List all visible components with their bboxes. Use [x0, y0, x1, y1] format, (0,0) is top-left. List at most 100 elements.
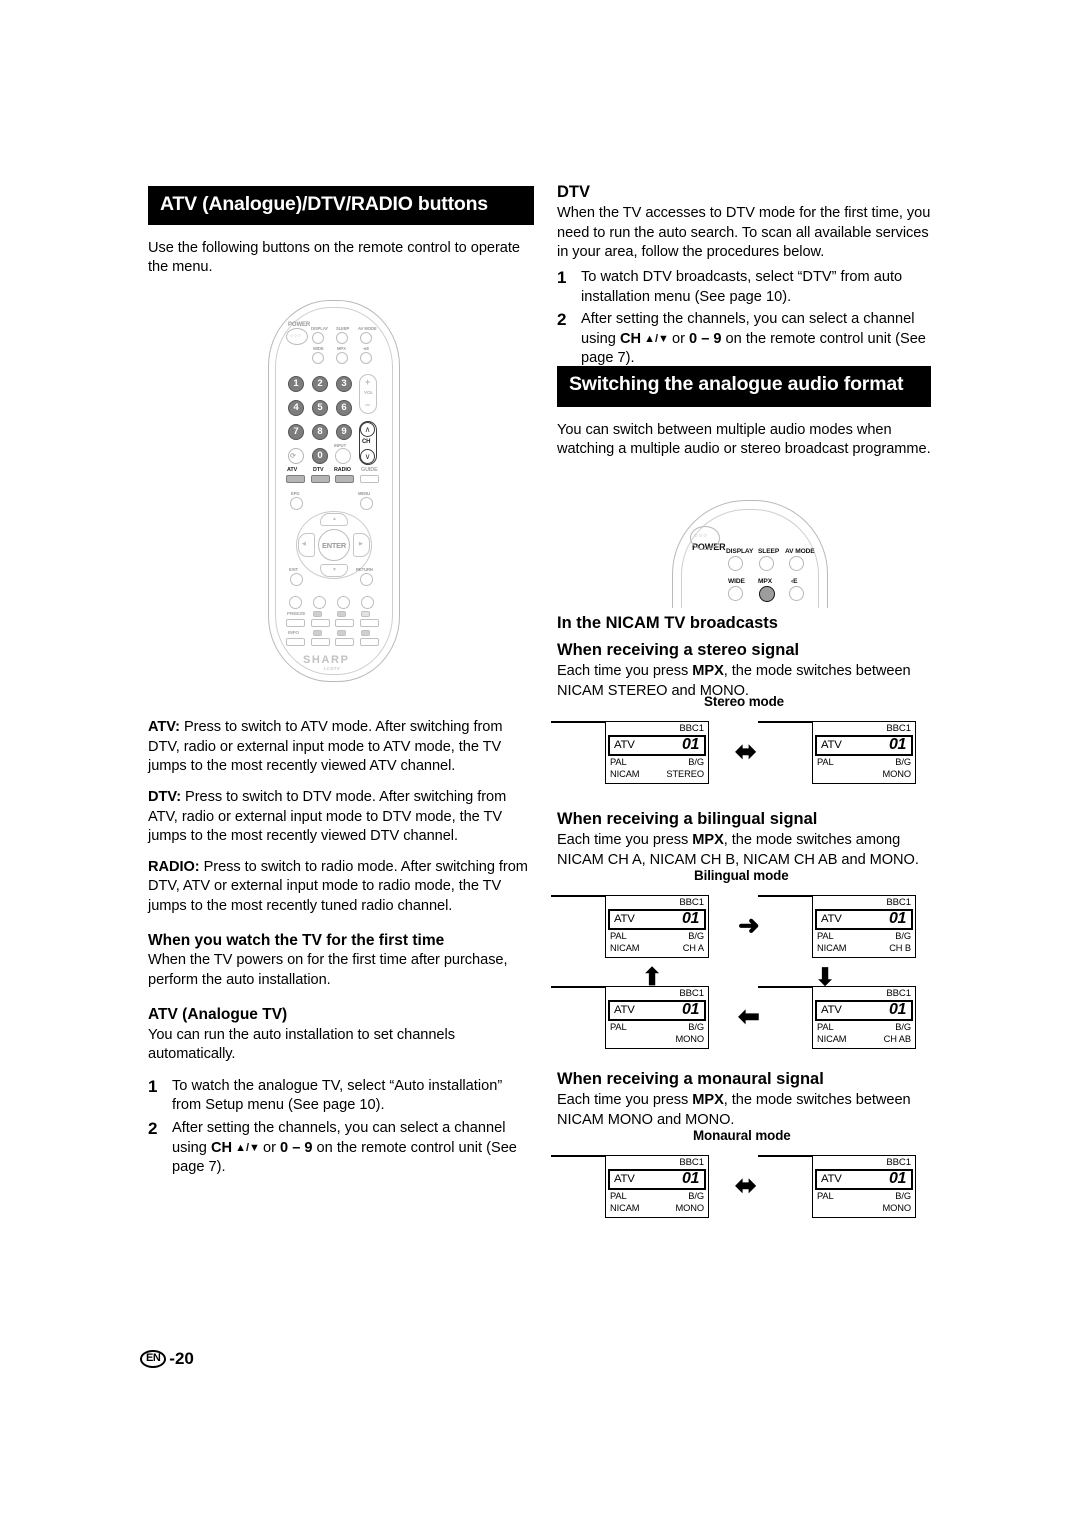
remote-top-label-subtitle: ‹E	[791, 578, 798, 585]
remote-label-dtv: DTV	[313, 467, 324, 473]
remote-teletext-button-5[interactable]	[335, 638, 354, 646]
remote-channel-down-button[interactable]: ∨	[360, 449, 375, 464]
remote-key-5[interactable]: 5	[312, 400, 328, 416]
remote-colour-button-4[interactable]	[361, 596, 374, 609]
osd-main-row: ATV 01	[608, 908, 706, 930]
heading-nicam-broadcasts: In the NICAM TV broadcasts	[557, 614, 778, 632]
osd-source: ATV	[614, 1004, 635, 1017]
osd-row2-left: NICAM	[610, 942, 640, 953]
remote-epg-button[interactable]	[290, 497, 303, 510]
remote-label-avmode: AV MODE	[358, 326, 377, 331]
definition-dtv: DTV: Press to switch to DTV mode. After …	[148, 788, 534, 847]
osd-row1-left: PAL	[817, 930, 834, 941]
heading-first-time: When you watch the TV for the first time	[148, 931, 445, 949]
remote-dtv-button[interactable]	[311, 475, 330, 483]
remote-info-button[interactable]	[286, 638, 305, 646]
definition-radio-term: RADIO:	[148, 858, 200, 875]
atv-steps-list: 1 To watch the analogue TV, select “Auto…	[148, 1077, 534, 1178]
osd-row-2: NICAM CH B	[817, 943, 911, 955]
osd-main-row: ATV 01	[608, 999, 706, 1021]
remote-colour-button-1[interactable]	[289, 596, 302, 609]
osd-info-rows: PAL B/G NICAM CH A	[606, 930, 708, 957]
remote-display-button[interactable]	[312, 332, 324, 344]
remote-volume-down-icon: −	[365, 400, 371, 410]
remote-guide-button[interactable]	[360, 475, 379, 483]
remote-label-display: DISPLAY	[311, 326, 329, 331]
dtv-step-2-text: After setting the channels, you can sele…	[581, 311, 926, 367]
remote-menu-button[interactable]	[360, 497, 373, 510]
remote-key-2[interactable]: 2	[312, 376, 328, 392]
section-heading-switching-audio: Switching the analogue audio format	[557, 366, 931, 407]
remote-label-guide: GUIDE	[361, 467, 378, 473]
osd-row1-left: PAL	[610, 1021, 627, 1032]
osd-row-1: PAL B/G	[817, 931, 911, 943]
osd-channel-name: BBC1	[886, 1157, 911, 1168]
remote-avmode-button[interactable]	[360, 332, 372, 344]
remote-mpx-button[interactable]	[336, 352, 348, 364]
remote-key-9[interactable]: 9	[336, 424, 352, 440]
remote-top-avmode-button[interactable]	[789, 556, 804, 571]
remote-dpad-left[interactable]	[298, 533, 315, 557]
remote-teletext-button-2[interactable]	[335, 619, 354, 627]
osd-row2-left: NICAM	[610, 768, 640, 779]
remote-teletext-button-6[interactable]	[360, 638, 379, 646]
remote-colour-button-3[interactable]	[337, 596, 350, 609]
remote-key-6[interactable]: 6	[336, 400, 352, 416]
remote-key-0[interactable]: 0	[312, 448, 328, 464]
remote-return-button[interactable]	[360, 573, 373, 586]
osd-row-1: PAL B/G	[817, 1022, 911, 1034]
atv-step-1-text: To watch the analogue TV, select “Auto i…	[172, 1077, 503, 1114]
stereo-mode-diagram: Stereo mode BBC1 ATV 01 PAL B/G NICAM ST…	[551, 694, 931, 790]
remote-key-7[interactable]: 7	[288, 424, 304, 440]
remote-teletext-button-3[interactable]	[360, 619, 379, 627]
bilingual-section: When receiving a bilingual signal Each t…	[557, 809, 931, 870]
remote-power-dots-icon: ○○○	[290, 333, 302, 339]
osd-row1-left: PAL	[610, 756, 627, 767]
remote-colour-button-2[interactable]	[313, 596, 326, 609]
heading-dtv: DTV	[557, 183, 590, 201]
bilingual-arrow-right-icon: ➜	[738, 910, 760, 940]
osd-row-1: PAL B/G	[610, 1022, 704, 1034]
remote-exit-button[interactable]	[290, 573, 303, 586]
remote-input-button[interactable]	[335, 448, 351, 464]
atv-step-1-number: 1	[148, 1076, 158, 1096]
osd-row-2: MONO	[817, 1203, 911, 1215]
remote-key-1[interactable]: 1	[288, 376, 304, 392]
remote-key-8[interactable]: 8	[312, 424, 328, 440]
osd-screen-stereo-nicam: BBC1 ATV 01 PAL B/G NICAM STEREO	[551, 721, 709, 784]
remote-up-arrow-icon: ▲	[332, 516, 337, 522]
remote-enter-button[interactable]: ENTER	[318, 529, 350, 561]
stereo-diagram-title: Stereo mode	[704, 694, 785, 709]
remote-top-wide-button[interactable]	[728, 586, 743, 601]
osd-rule	[758, 986, 814, 988]
remote-label-mpx: MPX	[337, 346, 346, 351]
osd-channel-number: 01	[889, 1170, 906, 1188]
osd-row2-left: NICAM	[817, 1033, 847, 1044]
remote-subtitle-button[interactable]	[360, 352, 372, 364]
remote-sleep-button[interactable]	[336, 332, 348, 344]
remote-top-sleep-button[interactable]	[759, 556, 774, 571]
section-heading-atv-dtv-radio: ATV (Analogue)/DTV/RADIO buttons	[148, 186, 534, 225]
remote-radio-button[interactable]	[335, 475, 354, 483]
osd-channel-name: BBC1	[886, 723, 911, 734]
remote-top-subtitle-button[interactable]	[789, 586, 804, 601]
remote-label-sleep: SLEEP	[336, 326, 350, 331]
osd-row2-left	[817, 1203, 819, 1215]
remote-teletext-button-1[interactable]	[311, 619, 330, 627]
osd-box: BBC1 ATV 01 PAL B/G NICAM CH B	[812, 895, 916, 958]
remote-channel-up-button[interactable]: ∧	[360, 422, 375, 437]
remote-top-display-button[interactable]	[728, 556, 743, 571]
remote-atv-button[interactable]	[286, 475, 305, 483]
remote-key-3[interactable]: 3	[336, 376, 352, 392]
osd-channel-name: BBC1	[679, 897, 704, 908]
osd-channel-number: 01	[682, 736, 699, 754]
osd-main-row: ATV 01	[815, 734, 913, 756]
remote-wide-button[interactable]	[312, 352, 324, 364]
remote-teletext-button-4[interactable]	[311, 638, 330, 646]
remote-teletext-icon-4	[313, 630, 322, 636]
remote-freeze-button[interactable]	[286, 619, 305, 627]
remote-top-mpx-button[interactable]	[759, 586, 775, 602]
remote-key-4[interactable]: 4	[288, 400, 304, 416]
osd-channel-number: 01	[682, 1170, 699, 1188]
osd-source: ATV	[821, 913, 842, 926]
